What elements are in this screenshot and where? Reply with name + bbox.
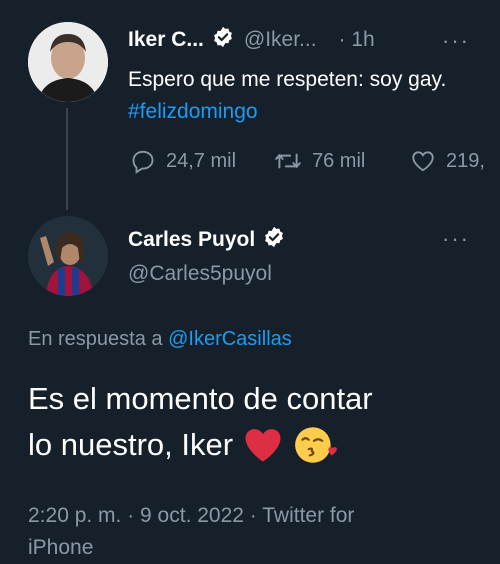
reply-count: 24,7 mil	[166, 149, 237, 172]
author-name[interactable]: Iker C...	[128, 28, 204, 52]
more-options-icon[interactable]: ···	[442, 30, 470, 52]
thread-connector-line	[66, 108, 68, 210]
red-heart-emoji-icon	[245, 429, 281, 462]
verified-badge-icon	[263, 226, 285, 254]
tweet-text-line-container: lo nuestro, Iker	[28, 422, 488, 468]
tweet-metadata: 2:20 p. m. · 9 oct. 2022 · Twitter for i…	[28, 500, 354, 564]
verified-badge-icon	[212, 26, 234, 54]
reply-context: En respuesta a @IkerCasillas	[28, 328, 292, 351]
hashtag-link[interactable]: #felizdomingo	[128, 100, 258, 123]
iker-avatar[interactable]	[28, 22, 108, 102]
tweet-body: Espero que me respeten: soy gay.	[128, 68, 447, 91]
author-name[interactable]: Carles Puyol	[128, 228, 255, 252]
face-blowing-kiss-emoji-icon	[295, 427, 337, 463]
tweet2-header: Carles Puyol	[128, 226, 285, 254]
retweet-action[interactable]: 76 mil	[274, 148, 365, 174]
reply-icon	[132, 150, 154, 174]
reply-action[interactable]: 24,7 mil	[130, 148, 236, 174]
more-options-icon[interactable]: ···	[442, 228, 470, 250]
tweet-text-line: Es el momento de contar	[28, 381, 373, 416]
tweet1-text: Espero que me respeten: soy gay. #felizd…	[128, 64, 458, 128]
tweet-text-line: lo nuestro, Iker	[28, 427, 234, 462]
tweet2-text: Es el momento de contar lo nuestro, Iker	[28, 376, 488, 468]
puyol-avatar[interactable]	[28, 216, 108, 296]
source-line[interactable]: iPhone	[28, 532, 354, 564]
reply-to-handle[interactable]: @IkerCasillas	[168, 328, 292, 350]
tweet-time[interactable]: · 1h	[339, 28, 375, 52]
timestamp-source-line[interactable]: 2:20 p. m. · 9 oct. 2022 · Twitter for	[28, 500, 354, 532]
retweet-count: 76 mil	[312, 149, 366, 172]
retweet-icon	[275, 153, 301, 169]
like-action[interactable]: 219,	[410, 148, 485, 174]
author-handle[interactable]: @Carles5puyol	[128, 262, 272, 286]
heart-outline-icon	[412, 151, 434, 172]
tweet1-header: Iker C... @Iker... · 1h	[128, 26, 375, 54]
author-handle[interactable]: @Iker...	[244, 28, 317, 52]
reply-prefix: En respuesta a	[28, 328, 169, 350]
like-count: 219,	[446, 149, 485, 172]
